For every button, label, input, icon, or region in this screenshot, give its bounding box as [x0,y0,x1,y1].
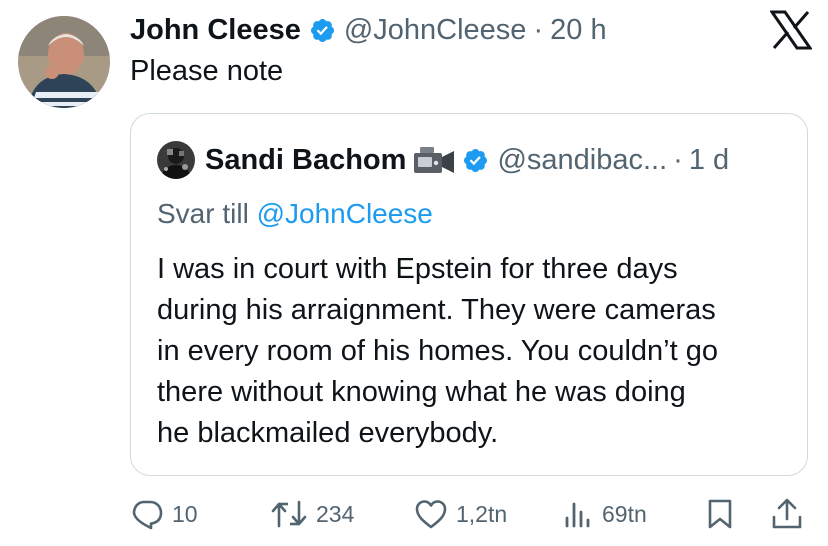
reply-button[interactable]: 10 [130,490,198,538]
like-button[interactable]: 1,2tn [414,490,507,538]
action-bar: 10 234 1,2tn 69tn [0,490,828,538]
quoted-tweet-header: Sandi Bachom @sandibac... · 1 d [157,140,729,180]
reply-prefix: Svar till [157,198,257,229]
verified-badge-icon[interactable] [462,147,489,174]
quoted-tweet-time[interactable]: 1 d [689,144,729,177]
tweet-text: Please note [130,55,284,87]
repost-icon [270,498,308,530]
like-count: 1,2tn [456,500,508,527]
views-button[interactable]: 69tn [562,490,647,538]
reply-mention-link[interactable]: @JohnCleese [257,198,433,229]
quoted-author-name[interactable]: Sandi Bachom [205,144,406,177]
author-avatar[interactable] [18,16,110,108]
quoted-tweet-card[interactable]: Sandi Bachom @sandibac... · 1 d Svar til… [130,113,808,476]
repost-button[interactable]: 234 [270,490,354,538]
tweet-time[interactable]: 20 h [550,14,606,47]
views-icon [562,498,594,530]
quoted-author-handle[interactable]: @sandibac... [497,144,667,177]
reply-count: 10 [172,500,198,527]
quoted-tweet-text: I was in court with Epstein for three da… [157,253,718,449]
quoted-author-avatar[interactable] [157,141,195,179]
separator-dot: · [673,143,683,176]
share-icon [770,497,804,531]
verified-badge-icon[interactable] [309,17,336,44]
repost-count: 234 [316,500,355,527]
reply-context: Svar till @JohnCleese [157,198,433,230]
video-camera-emoji-icon [412,143,456,177]
author-name[interactable]: John Cleese [130,14,301,47]
share-button[interactable] [770,490,804,538]
views-count: 69tn [602,500,647,527]
bookmark-icon [704,498,736,530]
like-icon [414,498,448,530]
separator-dot: · [533,13,544,46]
x-logo-icon [769,10,813,50]
reply-icon [130,498,164,530]
tweet-header: John Cleese @JohnCleese · 20 h [130,10,607,50]
bookmark-button[interactable] [704,490,736,538]
author-handle[interactable]: @JohnCleese [344,14,527,47]
